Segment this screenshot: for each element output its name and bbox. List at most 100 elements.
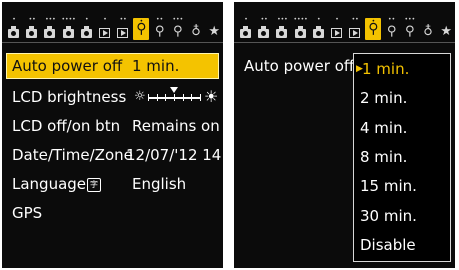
tab-index-dots: •••	[45, 16, 56, 23]
setting-label: Auto power off	[12, 57, 123, 75]
tab-custom-functions-11[interactable]: ♁	[188, 24, 204, 40]
brightness-tick	[191, 94, 193, 101]
tab-camera-5[interactable]: •	[311, 17, 327, 40]
tab-index-dots	[438, 18, 454, 22]
setting-row-auto-power-off[interactable]: Auto power off 1 min.	[6, 53, 219, 79]
menu-tab-bar: • •• ••• •••• • • •• • ⚲ •• ⚲ ••• ⚲ ♁ ★	[234, 2, 455, 46]
tab-index-dots: •	[317, 16, 321, 23]
tab-camera-3[interactable]: •••	[274, 17, 290, 40]
camera-icon	[26, 26, 38, 38]
tab-index-dots: •••	[277, 16, 288, 23]
setup-wrench-icon: ⚲	[405, 24, 415, 39]
tab-index-dots: ••••	[293, 16, 308, 23]
tab-my-menu-star-12[interactable]: ★	[206, 24, 222, 40]
camera-icon	[44, 26, 56, 38]
camera-icon	[294, 26, 306, 38]
tab-divider	[234, 42, 455, 43]
tab-playback-7[interactable]: ••	[115, 17, 131, 40]
camera-icon	[80, 26, 92, 38]
setting-label: LCD brightness	[12, 88, 127, 106]
brightness-tick	[182, 94, 184, 101]
brightness-marker	[170, 87, 178, 93]
tab-index-dots: •••	[172, 16, 184, 23]
tab-camera-2[interactable]: ••	[24, 17, 40, 40]
camera-icon	[62, 26, 74, 38]
tab-camera-3[interactable]: •••	[42, 17, 58, 40]
tab-camera-1[interactable]: •	[6, 17, 22, 40]
tab-setup-wrench-8[interactable]: • ⚲	[133, 18, 150, 40]
brightness-tick	[165, 94, 167, 101]
tab-custom-functions-11[interactable]: ♁	[420, 24, 436, 40]
setting-label: Date/Time/Zone	[12, 146, 133, 164]
tab-index-dots	[420, 18, 436, 22]
setup-wrench-icon: ⚲	[368, 21, 379, 37]
setting-label: Auto power off	[244, 57, 355, 75]
dim-sun-icon: ☼	[134, 89, 146, 104]
camera-icon	[240, 26, 251, 38]
tab-camera-4[interactable]: ••••	[61, 17, 77, 40]
playback-icon	[117, 28, 129, 38]
brightness-tick	[174, 94, 175, 101]
option-1-min[interactable]: 1 min.	[362, 56, 450, 82]
tab-my-menu-star-12[interactable]: ★	[438, 24, 454, 40]
tab-setup-wrench-10[interactable]: ••• ⚲	[402, 17, 418, 40]
option-8-min[interactable]: 8 min.	[360, 144, 448, 170]
tab-index-dots: ••	[388, 16, 396, 23]
tab-playback-7[interactable]: ••	[347, 17, 363, 40]
tab-setup-wrench-10[interactable]: ••• ⚲	[170, 17, 186, 40]
menu-screen-left: • •• ••• •••• • • •• • ⚲ •• ⚲ ••• ⚲ ♁ ★ Auto power off…	[2, 2, 223, 268]
tab-setup-wrench-8[interactable]: • ⚲	[365, 18, 382, 40]
setting-label: GPS	[12, 204, 43, 222]
tab-index-dots: •••	[404, 16, 416, 23]
tab-camera-4[interactable]: ••••	[293, 17, 309, 40]
custom-functions-icon: ♁	[423, 24, 433, 39]
my-menu-star-icon: ★	[208, 24, 221, 39]
option-2-min[interactable]: 2 min.	[360, 85, 448, 111]
brightness-scale: ☼ ☀	[132, 84, 222, 110]
setting-value: 12/07/'12 14:31	[126, 146, 223, 164]
tab-playback-6[interactable]: •	[329, 17, 345, 40]
custom-functions-icon: ♁	[191, 24, 201, 39]
auto-power-off-options: ▶ 1 min. 2 min. 4 min. 8 min. 15 min. 30 min. D…	[353, 53, 451, 262]
language-icon: 字	[87, 177, 102, 192]
option-30-min[interactable]: 30 min.	[360, 203, 448, 229]
tab-camera-1[interactable]: •	[238, 17, 254, 40]
setting-label-wrap: Language 字	[12, 171, 102, 197]
brightness-tick	[148, 94, 149, 101]
setting-row-lcd-brightness[interactable]: LCD brightness ☼ ☀	[6, 84, 219, 110]
setting-label: LCD off/on btn	[12, 117, 121, 135]
option-4-min[interactable]: 4 min.	[360, 115, 448, 141]
my-menu-star-icon: ★	[440, 24, 453, 39]
camera-icon	[276, 26, 288, 38]
menu-screen-right: • •• ••• •••• • • •• • ⚲ •• ⚲ ••• ⚲ ♁ ★ Auto power off…	[234, 2, 455, 268]
tab-index-dots: ••••	[61, 16, 76, 23]
camera-icon	[312, 26, 324, 38]
playback-icon	[99, 28, 110, 38]
tab-index-dots: ••	[119, 16, 127, 23]
setting-row-date-time[interactable]: Date/Time/Zone 12/07/'12 14:31	[6, 142, 223, 168]
setting-row-language[interactable]: Language 字 English	[6, 171, 219, 197]
option-15-min[interactable]: 15 min.	[360, 173, 448, 199]
playback-icon	[331, 28, 342, 38]
tab-setup-wrench-9[interactable]: •• ⚲	[384, 17, 400, 40]
tab-camera-2[interactable]: ••	[256, 17, 272, 40]
setup-wrench-icon: ⚲	[136, 21, 147, 37]
tab-index-dots	[206, 18, 222, 22]
playback-icon	[349, 28, 361, 38]
tab-setup-wrench-9[interactable]: •• ⚲	[152, 17, 168, 40]
tab-index-dots: •	[244, 16, 248, 23]
setting-label: Language	[12, 175, 87, 193]
tab-index-dots	[188, 18, 204, 22]
camera-icon	[258, 26, 270, 38]
setting-value: 1 min.	[132, 57, 180, 75]
tab-camera-5[interactable]: •	[79, 17, 95, 40]
tab-playback-6[interactable]: •	[97, 17, 113, 40]
brightness-tick	[200, 94, 201, 101]
tab-index-dots: •	[85, 16, 89, 23]
menu-tab-bar: • •• ••• •••• • • •• • ⚲ •• ⚲ ••• ⚲ ♁ ★	[2, 2, 223, 46]
tab-index-dots: •	[103, 16, 107, 23]
setting-row-lcd-off-on[interactable]: LCD off/on btn Remains on	[6, 113, 220, 139]
option-disable[interactable]: Disable	[360, 232, 448, 258]
setup-wrench-icon: ⚲	[154, 24, 165, 39]
setting-row-gps[interactable]: GPS	[6, 200, 219, 226]
